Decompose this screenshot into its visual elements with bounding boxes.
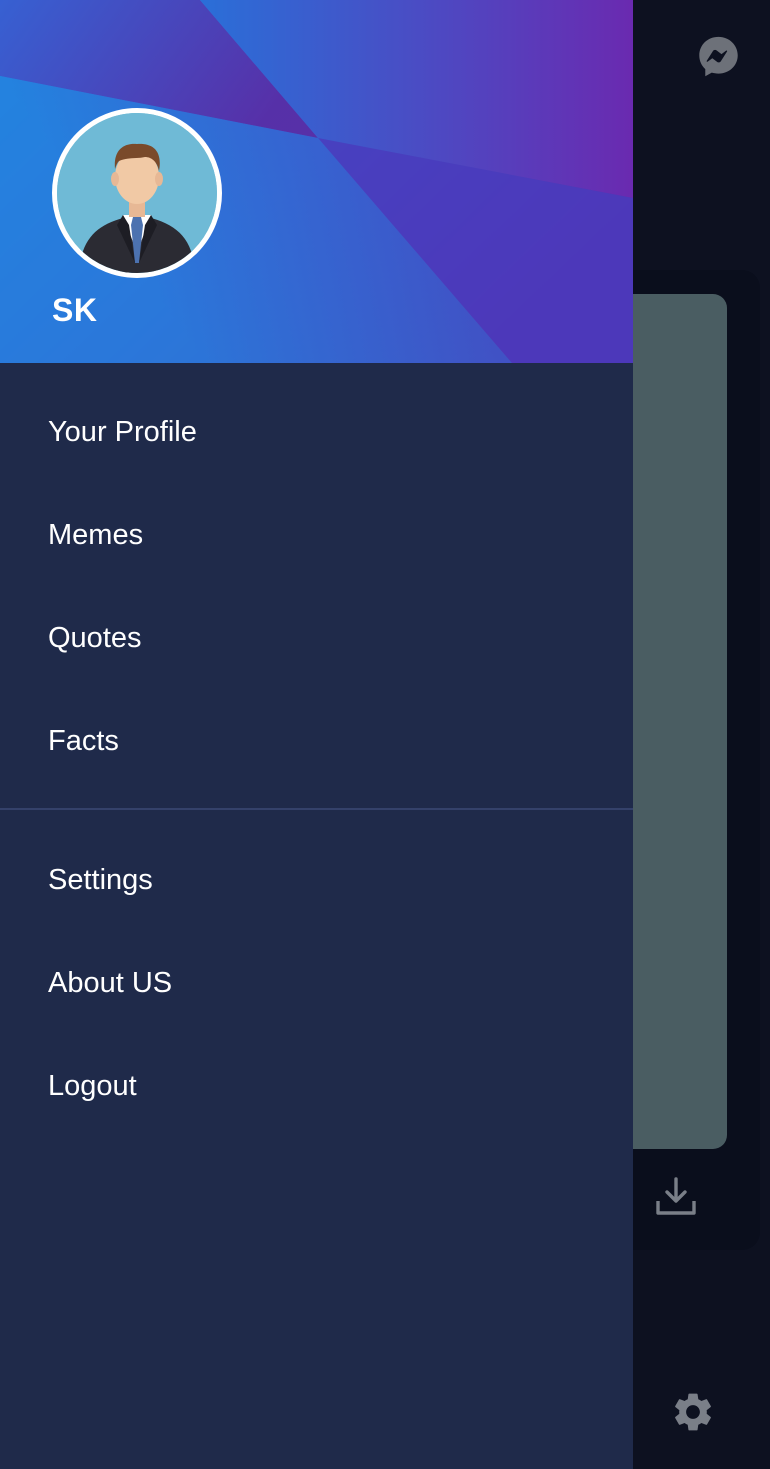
- gear-icon[interactable]: [670, 1389, 716, 1435]
- menu-item-about-us[interactable]: About US: [0, 933, 633, 1033]
- menu-item-settings[interactable]: Settings: [0, 830, 633, 930]
- user-name: SK: [52, 292, 98, 328]
- businessman-avatar-icon: [57, 113, 217, 273]
- app-screen: SK Your Profile Memes Quotes Facts Setti…: [0, 0, 770, 1469]
- menu-item-logout[interactable]: Logout: [0, 1036, 633, 1136]
- drawer-header: SK: [0, 0, 633, 363]
- download-icon[interactable]: [654, 1175, 698, 1219]
- menu-item-your-profile[interactable]: Your Profile: [0, 382, 633, 482]
- menu-item-facts[interactable]: Facts: [0, 691, 633, 791]
- navigation-drawer: SK Your Profile Memes Quotes Facts Setti…: [0, 0, 633, 1469]
- menu-divider: [0, 808, 633, 810]
- avatar[interactable]: [52, 108, 222, 278]
- menu-item-memes[interactable]: Memes: [0, 485, 633, 585]
- messenger-icon[interactable]: [696, 34, 741, 79]
- menu-item-quotes[interactable]: Quotes: [0, 588, 633, 688]
